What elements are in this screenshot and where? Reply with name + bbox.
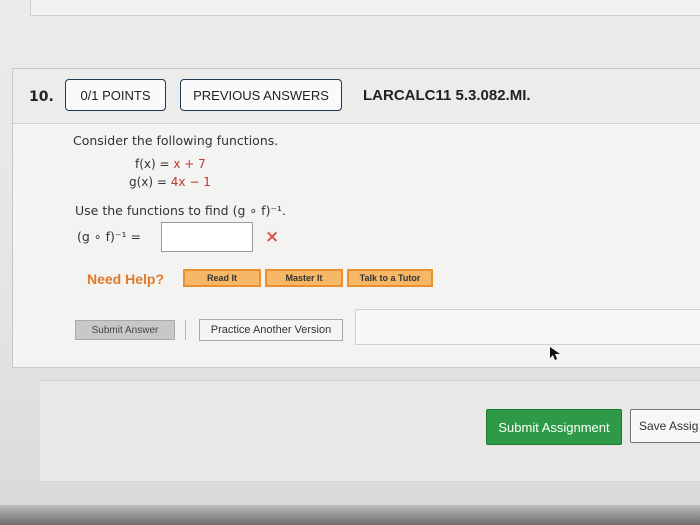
talk-to-tutor-button[interactable]: Talk to a Tutor — [347, 269, 433, 287]
function-f-lhs: f(x) = — [135, 157, 170, 171]
function-g-rhs: 4x − 1 — [170, 175, 211, 189]
function-g-lhs: g(x) = — [129, 175, 167, 189]
question-card: 10. 0/1 POINTS PREVIOUS ANSWERS LARCALC1… — [12, 68, 700, 368]
screen-bezel — [0, 505, 700, 525]
function-f: f(x) = x + 7 — [135, 157, 206, 171]
read-it-button[interactable]: Read It — [183, 269, 261, 287]
actions-panel-right — [355, 309, 700, 345]
question-code: LARCALC11 5.3.082.MI. — [363, 87, 531, 104]
question-header: 10. 0/1 POINTS PREVIOUS ANSWERS LARCALC1… — [13, 69, 700, 124]
divider — [185, 320, 186, 340]
submit-answer-button[interactable]: Submit Answer — [75, 320, 175, 340]
practice-another-version-button[interactable]: Practice Another Version — [199, 319, 343, 341]
submit-assignment-button[interactable]: Submit Assignment — [486, 409, 622, 445]
previous-answers-button[interactable]: PREVIOUS ANSWERS — [180, 79, 342, 111]
need-help-label: Need Help? — [87, 271, 165, 287]
question-body: Consider the following functions. f(x) =… — [69, 123, 700, 345]
question-prompt: Consider the following functions. — [73, 133, 279, 148]
function-g: g(x) = 4x − 1 — [129, 175, 211, 189]
points-button[interactable]: 0/1 POINTS — [65, 79, 166, 111]
previous-question-panel — [30, 0, 700, 16]
assignment-submit-panel: Submit Assignment Save Assig — [40, 380, 700, 482]
answer-label: (g ∘ f)⁻¹ = — [77, 229, 141, 244]
question-actions: Submit Answer Practice Another Version — [69, 309, 700, 347]
incorrect-x-icon: × — [265, 227, 280, 247]
function-f-rhs: x + 7 — [173, 157, 206, 171]
save-assignment-button[interactable]: Save Assig — [630, 409, 700, 443]
find-instruction: Use the functions to find (g ∘ f)⁻¹. — [75, 203, 287, 218]
master-it-button[interactable]: Master It — [265, 269, 343, 287]
question-number: 10. — [29, 89, 54, 105]
answer-input[interactable] — [161, 222, 253, 252]
